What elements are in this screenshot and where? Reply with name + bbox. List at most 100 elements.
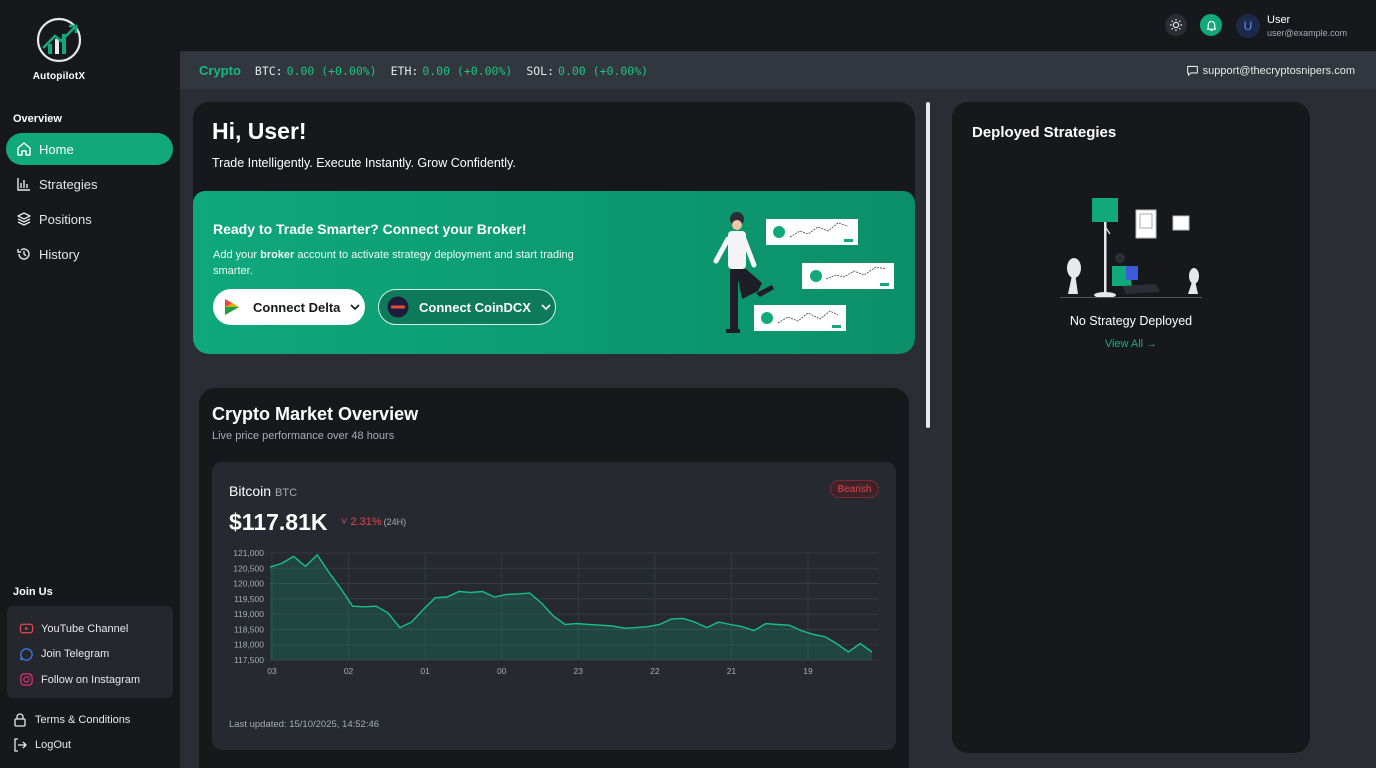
ticker-value: 0.00 (+0.00%)	[286, 63, 377, 78]
logo-text: AutopilotX	[32, 71, 86, 82]
price-chart[interactable]: 121,000 120,500 120,000 119,500 119,000 118,5…	[212, 542, 896, 702]
broker-desc-bold: broker	[260, 249, 295, 261]
user-name: User	[1267, 14, 1291, 26]
avatar[interactable]: U	[1236, 14, 1260, 38]
telegram-label: Join Telegram	[41, 648, 110, 661]
telegram-icon	[20, 648, 33, 661]
lock-icon	[14, 713, 26, 727]
user-email: user@example.com	[1267, 28, 1348, 38]
broker-desc-pre: Add your	[213, 249, 261, 261]
top-bar	[180, 0, 1376, 51]
chevron-down-icon	[350, 304, 360, 311]
notifications-button[interactable]	[1200, 14, 1222, 36]
empty-state-illustration	[1060, 198, 1202, 298]
support-email: support@thecryptosnipers.com	[1202, 64, 1355, 77]
delta-logo-icon	[225, 299, 239, 315]
ticker-value: 0.00 (+0.00%)	[422, 63, 513, 78]
y-tick-label: 118,000	[234, 640, 264, 650]
bitcoin-card: Bitcoin BTC Bearish $117.81K ˅ 2.31% (24H)…	[212, 462, 896, 750]
market-subtitle: Live price performance over 48 hours	[212, 430, 395, 442]
terms-link[interactable]: Terms & Conditions	[12, 712, 130, 728]
x-tick-label: 03	[267, 666, 277, 676]
trend-badge: Bearish	[830, 480, 879, 498]
connect-broker-banner: Ready to Trade Smarter? Connect your Bro…	[193, 191, 915, 354]
ticker-value: 0.00 (+0.00%)	[558, 63, 649, 78]
y-tick-label: 119,000	[234, 609, 264, 619]
youtube-label: YouTube Channel	[41, 622, 129, 635]
join-us-label: Join Us	[13, 586, 53, 598]
sidebar-item-label: Positions	[39, 211, 92, 227]
last-updated: Last updated: 15/10/2025, 14:52:46	[229, 719, 380, 730]
sidebar-item-strategies[interactable]: Strategies	[6, 168, 173, 200]
x-tick-label: 21	[727, 666, 737, 676]
sidebar-item-label: Strategies	[39, 176, 98, 192]
ticker-symbol: ETH:	[390, 63, 419, 78]
x-tick-label: 19	[803, 666, 813, 676]
sidebar-item-history[interactable]: History	[6, 238, 173, 270]
coin-price: $117.81K	[229, 509, 328, 535]
coin-symbol: BTC	[275, 487, 298, 499]
layers-icon	[17, 212, 31, 226]
broker-description: Add your broker account to activate stra…	[213, 247, 613, 279]
home-icon	[17, 142, 31, 156]
coin-name-text: Bitcoin	[229, 483, 272, 499]
logout-link[interactable]: LogOut	[12, 737, 71, 753]
y-tick-label: 120,000	[233, 579, 264, 589]
instagram-icon	[20, 673, 33, 686]
price-change-period: (24H)	[383, 517, 407, 527]
connect-coindcx-label: Connect CoinDCX	[419, 299, 531, 315]
connect-delta-button[interactable]: Connect Delta	[213, 289, 365, 325]
price-area	[270, 554, 872, 660]
ticker-item-sol: SOL: 0.00 (+0.00%)	[526, 64, 648, 78]
bar-chart-icon	[17, 178, 30, 191]
join-us-box: YouTube Channel Join Telegram Follow on …	[7, 606, 173, 698]
tagline: Trade Intelligently. Execute Instantly. …	[212, 156, 516, 170]
deployed-strategies-card: Deployed Strategies No Strategy Deployed…	[952, 102, 1310, 753]
sidebar-item-positions[interactable]: Positions	[6, 203, 173, 235]
empty-state-text: No Strategy Deployed	[1069, 314, 1193, 328]
welcome-card: Hi, User! Trade Intelligently. Execute I…	[193, 102, 915, 354]
history-icon	[17, 248, 30, 260]
sidebar-item-home[interactable]: Home	[6, 133, 173, 165]
instagram-link[interactable]: Follow on Instagram	[19, 667, 161, 693]
price-change-value: ˅ 2.31%	[341, 516, 382, 528]
overview-label: Overview	[13, 113, 62, 125]
sidebar-item-label: Home	[39, 141, 74, 157]
connect-coindcx-button[interactable]: Connect CoinDCX	[378, 289, 556, 325]
ticker-symbol: SOL:	[526, 63, 555, 78]
y-tick-label: 119,500	[234, 594, 264, 604]
ticker-item-eth: ETH: 0.00 (+0.00%)	[391, 64, 513, 78]
app-logo[interactable]: AutopilotX	[28, 16, 90, 82]
deployed-title: Deployed Strategies	[972, 124, 1117, 141]
vertical-scrollbar[interactable]	[926, 102, 930, 428]
sidebar-nav: Home Strategies Positions History	[6, 133, 173, 273]
terms-label: Terms & Conditions	[35, 714, 131, 726]
y-tick-label: 121,000	[233, 548, 264, 558]
y-tick-label: 120,500	[233, 563, 264, 573]
connect-delta-label: Connect Delta	[253, 299, 341, 315]
x-tick-label: 22	[650, 666, 660, 676]
sidebar: AutopilotX Overview Home Strategies Posi…	[0, 0, 180, 768]
x-tick-label: 02	[344, 666, 354, 676]
instagram-label: Follow on Instagram	[41, 673, 141, 686]
telegram-link[interactable]: Join Telegram	[19, 642, 161, 668]
market-title: Crypto Market Overview	[212, 404, 419, 424]
market-overview-card: Crypto Market Overview Live price perfor…	[199, 388, 909, 768]
sidebar-item-label: History	[39, 246, 80, 262]
support-link[interactable]: support@thecryptosnipers.com	[1186, 64, 1355, 77]
coin-name: Bitcoin BTC	[229, 483, 297, 499]
youtube-icon	[19, 623, 34, 634]
x-tick-label: 23	[574, 666, 584, 676]
logout-label: LogOut	[35, 739, 72, 751]
price-change: ˅ 2.31% (24H)	[341, 516, 406, 528]
price-ticker: Crypto BTC: 0.00 (+0.00%) ETH: 0.00 (+0.00…	[180, 52, 1376, 89]
broker-title: Ready to Trade Smarter? Connect your Bro…	[213, 221, 527, 237]
youtube-link[interactable]: YouTube Channel	[19, 616, 161, 642]
bell-icon	[1206, 20, 1216, 31]
x-tick-label: 00	[497, 666, 507, 676]
ticker-item-btc: BTC: 0.00 (+0.00%)	[255, 64, 377, 78]
ticker-label: Crypto	[199, 63, 241, 78]
view-all-link[interactable]: View All →	[952, 338, 1310, 350]
theme-toggle-button[interactable]	[1165, 14, 1187, 36]
ticker-symbol: BTC:	[254, 63, 283, 78]
